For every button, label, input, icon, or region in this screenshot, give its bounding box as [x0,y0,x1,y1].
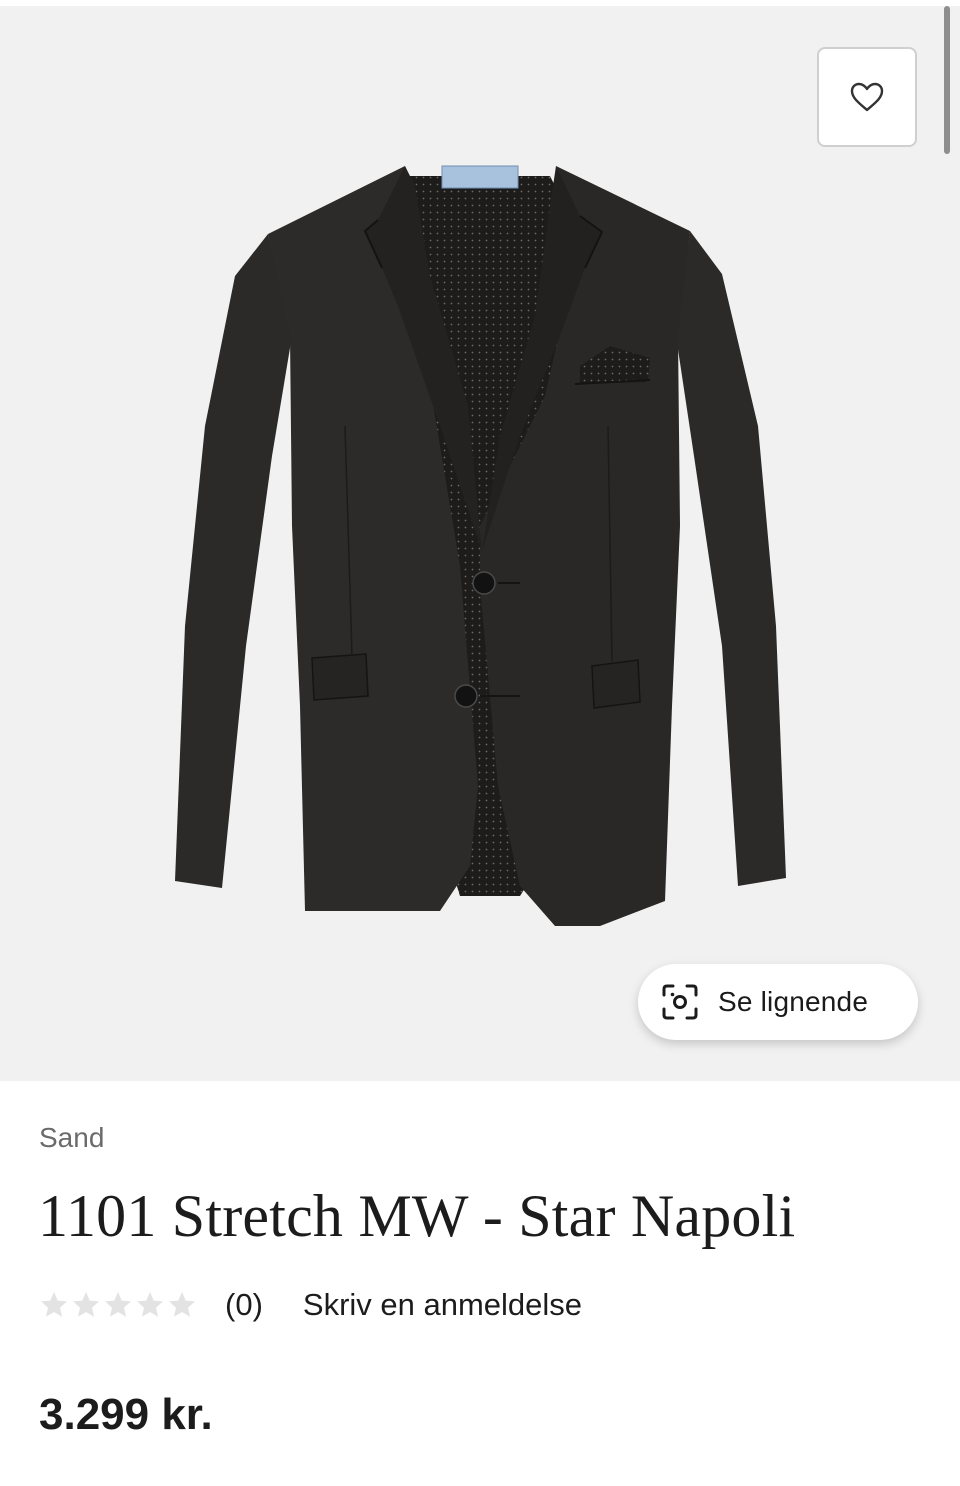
product-image [175,165,786,926]
star-icon [105,1292,131,1317]
product-page: Se lignende Sand 1101 Stretch MW - Star … [0,0,960,1486]
visual-search-icon [660,982,700,1022]
star-icon [137,1292,163,1317]
star-icon [169,1292,195,1317]
write-review-link[interactable]: Skriv en anmeldelse [303,1287,582,1323]
star-icon [73,1292,99,1317]
review-count[interactable]: (0) [225,1287,263,1323]
see-similar-button[interactable]: Se lignende [638,964,918,1040]
star-icon [41,1292,67,1317]
brand-name[interactable]: Sand [39,1122,104,1154]
product-title: 1101 Stretch MW - Star Napoli [38,1183,796,1249]
product-image-area[interactable]: Se lignende [0,6,960,1081]
product-price: 3.299 kr. [39,1390,213,1439]
scrollbar[interactable] [944,6,950,154]
see-similar-label: Se lignende [718,986,869,1017]
favorite-button[interactable] [817,47,917,147]
rating-row: (0) Skriv en anmeldelse [39,1283,582,1327]
rating-stars[interactable] [39,1290,197,1320]
heart-icon [850,82,884,112]
